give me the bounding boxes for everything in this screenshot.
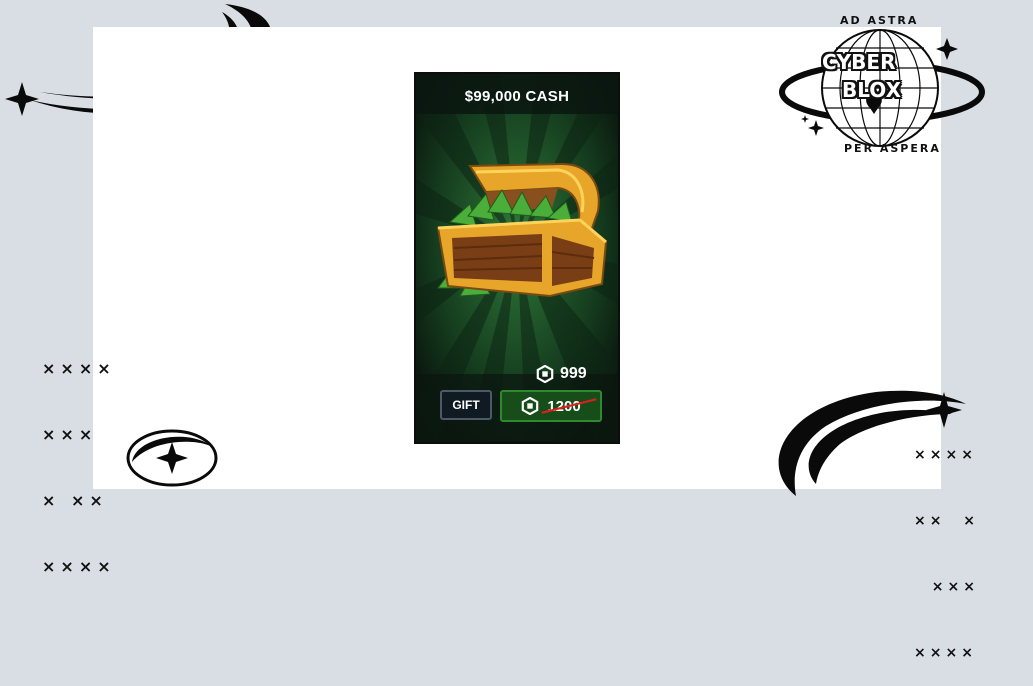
price-row: 999	[536, 362, 587, 386]
robux-icon	[522, 397, 539, 415]
logo-tagline-bottom: PER ASPERA	[844, 142, 941, 155]
x-pattern-right: ×××× ×× × ××× ××××	[914, 400, 979, 686]
sparkle-circle-decoration	[126, 429, 218, 487]
price-value: 999	[560, 365, 587, 382]
x-row: × ××	[42, 491, 108, 510]
x-row: ××××	[914, 447, 977, 463]
logo-word-cyber: CYBER	[822, 50, 896, 74]
cyberblox-logo: AD ASTRA CYBER BLOX PER ASPERA	[778, 8, 990, 160]
gift-button[interactable]: GIFT	[440, 390, 492, 420]
x-pattern-left: ×××× ××× × ×× ××××	[42, 314, 116, 600]
logo-word-blox: BLOX	[842, 78, 901, 102]
x-row: ××××	[914, 645, 977, 661]
robux-icon	[536, 365, 554, 383]
product-card[interactable]: $99,000 CASH 999 GIFT	[414, 72, 620, 444]
x-row: ×× ×	[914, 513, 979, 529]
x-row: ×××	[42, 425, 98, 444]
product-title: $99,000 CASH	[464, 88, 570, 105]
x-row: ××××	[42, 359, 116, 378]
x-row: ×××	[914, 579, 979, 595]
original-price: 1200	[541, 398, 597, 415]
buy-button[interactable]: 1200	[500, 390, 602, 422]
x-row: ××××	[42, 557, 116, 576]
treasure-chest-icon	[436, 162, 608, 298]
logo-tagline-top: AD ASTRA	[840, 14, 919, 27]
